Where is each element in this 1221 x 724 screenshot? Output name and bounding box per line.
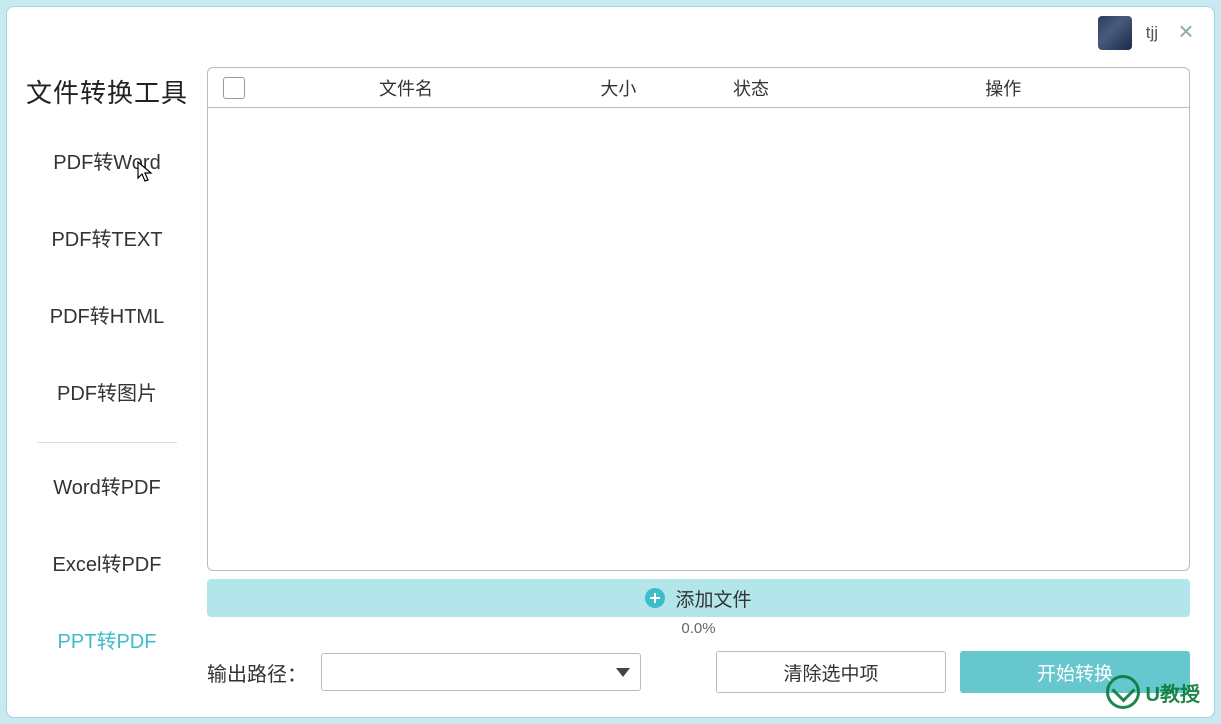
sidebar-divider: [37, 442, 177, 443]
username-label: tjj: [1146, 23, 1158, 43]
sidebar-item-ppt-to-pdf[interactable]: PPT转PDF: [58, 625, 157, 654]
close-icon[interactable]: ×: [1172, 18, 1200, 48]
start-convert-button[interactable]: 开始转换: [960, 651, 1190, 693]
titlebar: tjj ×: [7, 7, 1214, 59]
sidebar-title: 文件转换工具: [26, 73, 188, 110]
select-all-cell: [208, 77, 260, 99]
sidebar-item-excel-to-pdf[interactable]: Excel转PDF: [53, 548, 162, 577]
col-size: 大小: [552, 75, 685, 101]
chevron-down-icon: [616, 668, 630, 677]
add-file-button[interactable]: 添加文件: [207, 579, 1190, 617]
add-file-label: 添加文件: [675, 585, 751, 612]
sidebar-item-pdf-to-image[interactable]: PDF转图片: [57, 377, 157, 406]
sidebar: 文件转换工具 PDF转Word PDF转TEXT PDF转HTML PDF转图片…: [7, 59, 207, 717]
main-panel: 文件名 大小 状态 操作 添加文件 0.0% 输出路径：: [207, 59, 1214, 717]
table-body[interactable]: [208, 108, 1189, 570]
app-window: tjj × 文件转换工具 PDF转Word PDF转TEXT PDF转HTML …: [6, 6, 1215, 718]
col-status: 状态: [685, 75, 818, 101]
sidebar-item-word-to-pdf[interactable]: Word转PDF: [53, 471, 160, 500]
body: 文件转换工具 PDF转Word PDF转TEXT PDF转HTML PDF转图片…: [7, 59, 1214, 717]
col-action: 操作: [817, 75, 1189, 101]
clear-selected-button[interactable]: 清除选中项: [716, 651, 946, 693]
avatar[interactable]: [1098, 16, 1132, 50]
file-table: 文件名 大小 状态 操作: [207, 67, 1190, 571]
select-all-checkbox[interactable]: [223, 77, 245, 99]
plus-icon: [645, 588, 665, 608]
table-header: 文件名 大小 状态 操作: [208, 68, 1189, 108]
sidebar-item-pdf-to-html[interactable]: PDF转HTML: [50, 300, 164, 329]
col-filename: 文件名: [260, 75, 552, 101]
output-path-select[interactable]: [321, 653, 641, 691]
footer-row: 输出路径： 清除选中项 开始转换: [207, 651, 1190, 693]
sidebar-item-pdf-to-text[interactable]: PDF转TEXT: [51, 223, 162, 252]
output-path-label: 输出路径：: [207, 658, 307, 687]
sidebar-item-pdf-to-word[interactable]: PDF转Word: [53, 146, 160, 175]
progress-bar: 0.0%: [207, 617, 1190, 639]
progress-text: 0.0%: [681, 620, 715, 637]
